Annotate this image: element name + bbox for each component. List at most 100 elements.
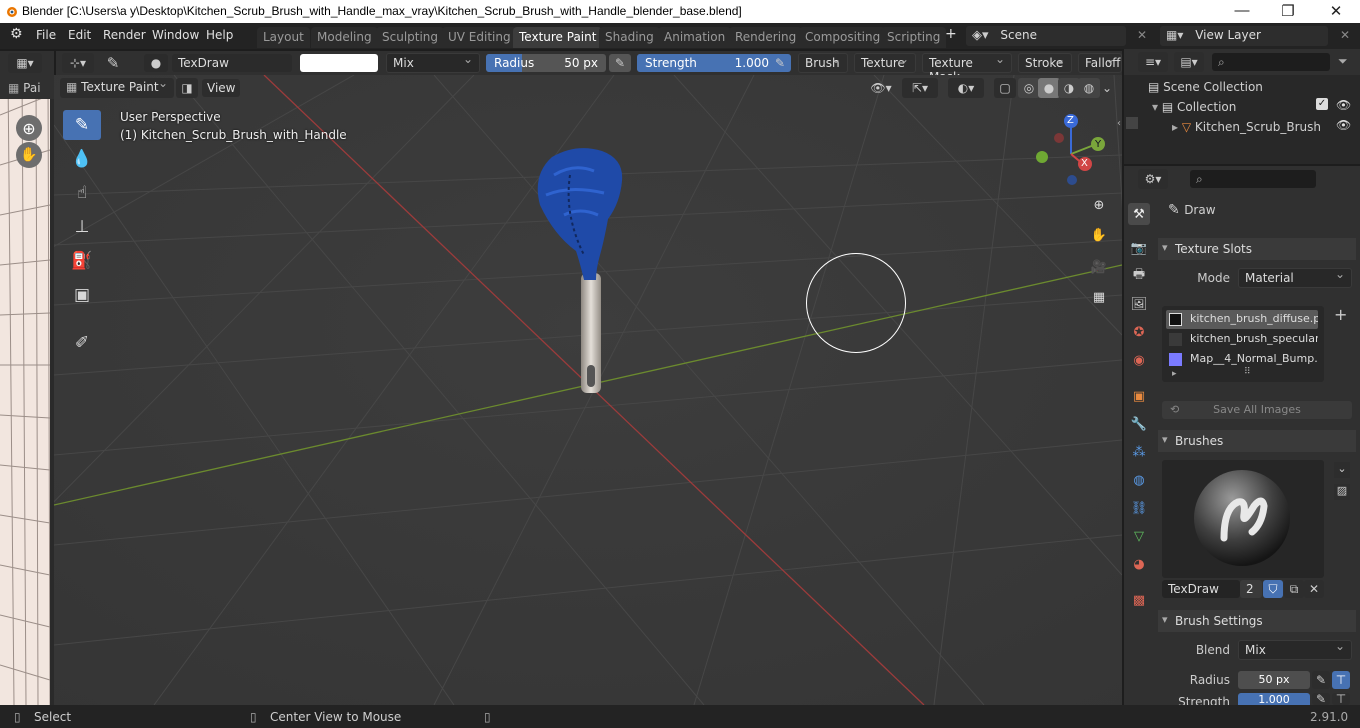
- wireframe-shading-icon[interactable]: ◎: [1018, 78, 1040, 98]
- solid-shading-icon[interactable]: ●: [1038, 78, 1060, 98]
- tab-modeling[interactable]: Modeling: [311, 27, 378, 48]
- radius-pressure-icon[interactable]: ✎: [609, 54, 631, 72]
- add-slot-icon[interactable]: +: [1334, 305, 1347, 324]
- view-layer-tab-icon[interactable]: 🖼: [1128, 293, 1150, 315]
- brush-preview-icon[interactable]: ●: [144, 54, 168, 72]
- fill-tool-icon[interactable]: ⛽: [63, 246, 101, 276]
- outliner-search-input[interactable]: ⌕: [1212, 53, 1330, 71]
- image-editor-strip[interactable]: [0, 75, 54, 705]
- texture-tab-icon[interactable]: ▩: [1128, 589, 1150, 611]
- radius-slider[interactable]: Radius 50 px: [486, 54, 606, 72]
- radius-pressure-toggle-icon[interactable]: ✎: [1312, 671, 1330, 689]
- strength-mode-icon[interactable]: ⊤: [1332, 692, 1350, 706]
- falloff-menu[interactable]: Falloff: [1078, 52, 1122, 73]
- soften-tool-icon[interactable]: 💧: [63, 144, 101, 174]
- material-shading-icon[interactable]: ◑: [1058, 78, 1080, 98]
- minimize-button[interactable]: —: [1222, 2, 1262, 19]
- outliner-collection[interactable]: ▾ ▤ Collection: [1152, 100, 1236, 114]
- display-mode-icon[interactable]: ▤▾: [1174, 52, 1204, 72]
- brush-preview[interactable]: [1162, 460, 1324, 578]
- maximize-button[interactable]: ❐: [1268, 2, 1308, 20]
- close-view-layer-icon[interactable]: ✕: [1340, 28, 1350, 42]
- output-tab-icon[interactable]: 🖶: [1128, 265, 1150, 287]
- pan-hand-icon[interactable]: ✋: [16, 142, 42, 168]
- add-workspace-button[interactable]: +: [945, 26, 957, 42]
- outliner-panel[interactable]: ≡▾ ▤▾ ⌕ ⏷ ▤ Scene Collection ▾ ▤ Collect…: [1124, 49, 1360, 164]
- view-menu[interactable]: View: [202, 79, 241, 97]
- zoom-view-icon[interactable]: ⊕: [1087, 193, 1111, 217]
- draw-tool-icon[interactable]: ✎: [63, 110, 101, 140]
- view-layer-selector[interactable]: ▦▾ View Layer: [1160, 26, 1328, 46]
- navigation-gizmo[interactable]: [1030, 111, 1120, 201]
- brush-name-input[interactable]: TexDraw: [1162, 580, 1240, 598]
- gizmo-toggle-icon[interactable]: ⇱▾: [902, 78, 938, 98]
- mask-toggle-icon[interactable]: ◨: [176, 78, 198, 98]
- collection-checkbox[interactable]: ✓: [1316, 98, 1328, 110]
- blend-mode-dropdown[interactable]: Mix: [386, 52, 480, 73]
- save-all-images-button[interactable]: ⟲ Save All Images: [1162, 401, 1352, 419]
- object-visibility-icon[interactable]: 👁: [1336, 118, 1351, 132]
- sidebar-toggle-icon[interactable]: ‹: [1117, 118, 1121, 129]
- unlink-brush-icon[interactable]: ✕: [1304, 580, 1324, 598]
- annotate-tool-icon[interactable]: ✐: [63, 328, 101, 358]
- brush-image-icon[interactable]: ▨: [1334, 484, 1350, 500]
- brush-tool-icon[interactable]: ✎: [102, 53, 124, 73]
- tab-uv-editing[interactable]: UV Editing: [442, 27, 517, 48]
- 3d-viewport[interactable]: User Perspective (1) Kitchen_Scrub_Brush…: [54, 75, 1122, 705]
- menu-window[interactable]: Window: [152, 28, 199, 42]
- tab-compositing[interactable]: Compositing: [799, 27, 887, 48]
- tab-shading[interactable]: Shading: [599, 27, 660, 48]
- blender-menu-icon[interactable]: ⚙: [10, 26, 23, 42]
- zoom-icon[interactable]: ⊕: [16, 115, 42, 141]
- close-scene-icon[interactable]: ✕: [1137, 28, 1147, 42]
- filter-icon[interactable]: ⏷: [1338, 54, 1348, 69]
- tab-scripting[interactable]: Scripting: [881, 27, 947, 48]
- properties-type-icon[interactable]: ⚙▾: [1138, 169, 1168, 189]
- brush-color-swatch[interactable]: [300, 54, 378, 72]
- clone-tool-icon[interactable]: ⊥: [63, 212, 101, 242]
- texture-menu[interactable]: Texture: [854, 52, 916, 73]
- texture-mode-dropdown[interactable]: Material: [1238, 267, 1352, 288]
- render-tab-icon[interactable]: 📷: [1128, 237, 1150, 259]
- strength-pressure-toggle-icon[interactable]: ✎: [1312, 692, 1330, 706]
- scrub-brush-object[interactable]: [524, 145, 644, 405]
- physics-tab-icon[interactable]: ◍: [1128, 469, 1150, 491]
- menu-help[interactable]: Help: [206, 28, 233, 42]
- brush-blend-dropdown[interactable]: Mix: [1238, 639, 1352, 660]
- pan-view-icon[interactable]: ✋: [1087, 223, 1111, 247]
- editor-mode-tab[interactable]: ▦ Pai: [8, 81, 41, 95]
- scene-selector[interactable]: ◈▾ Scene: [966, 26, 1126, 46]
- radius-setting-field[interactable]: 50 px: [1238, 671, 1310, 689]
- texture-slot-item[interactable]: kitchen_brush_diffuse.p...: [1166, 310, 1318, 329]
- tab-sculpting[interactable]: Sculpting: [376, 27, 445, 48]
- fake-user-shield-icon[interactable]: ⛉: [1263, 580, 1283, 598]
- properties-search-input[interactable]: ⌕: [1190, 170, 1316, 188]
- collection-visibility-icon[interactable]: 👁: [1336, 98, 1351, 112]
- radius-unit-toggle-icon[interactable]: ⊤: [1332, 671, 1350, 689]
- object-tab-icon[interactable]: ▣: [1128, 385, 1150, 407]
- editor-type-icon[interactable]: ▦▾: [8, 53, 42, 73]
- ortho-toggle-icon[interactable]: ▦: [1087, 285, 1111, 309]
- texture-slot-item[interactable]: kitchen_brush_specular...: [1166, 330, 1318, 349]
- camera-view-icon[interactable]: 🎥: [1087, 255, 1111, 279]
- brushes-section[interactable]: Brushes: [1158, 430, 1356, 452]
- overlay-toggle-icon[interactable]: ◐▾: [948, 78, 984, 98]
- outliner-object[interactable]: ▸ ▽ Kitchen_Scrub_Brush: [1172, 120, 1321, 134]
- stroke-menu[interactable]: Stroke: [1018, 52, 1072, 73]
- brush-settings-section[interactable]: Brush Settings: [1158, 610, 1356, 632]
- texture-slot-item[interactable]: Map__4_Normal_Bump....: [1166, 350, 1318, 369]
- close-button[interactable]: ✕: [1316, 2, 1356, 20]
- particles-tab-icon[interactable]: ⁂: [1128, 441, 1150, 463]
- strength-setting-field[interactable]: 1.000: [1238, 693, 1310, 705]
- xray-toggle-icon[interactable]: ▢: [994, 78, 1016, 98]
- editor-type-3d-icon[interactable]: ⊹▾: [62, 53, 94, 73]
- strength-slider[interactable]: Strength 1.000: [637, 54, 777, 72]
- view-object-types-icon[interactable]: 👁▾: [866, 78, 896, 98]
- outliner-scene-collection[interactable]: ▤ Scene Collection: [1148, 80, 1263, 94]
- brush-menu[interactable]: Brush: [798, 52, 848, 73]
- scene-tab-icon[interactable]: ✪: [1128, 321, 1150, 343]
- shading-options-icon[interactable]: ⌄: [1096, 78, 1118, 98]
- modifier-tab-icon[interactable]: 🔧: [1128, 413, 1150, 435]
- world-tab-icon[interactable]: ◉: [1128, 349, 1150, 371]
- mode-dropdown[interactable]: ▦ Texture Paint: [60, 76, 174, 98]
